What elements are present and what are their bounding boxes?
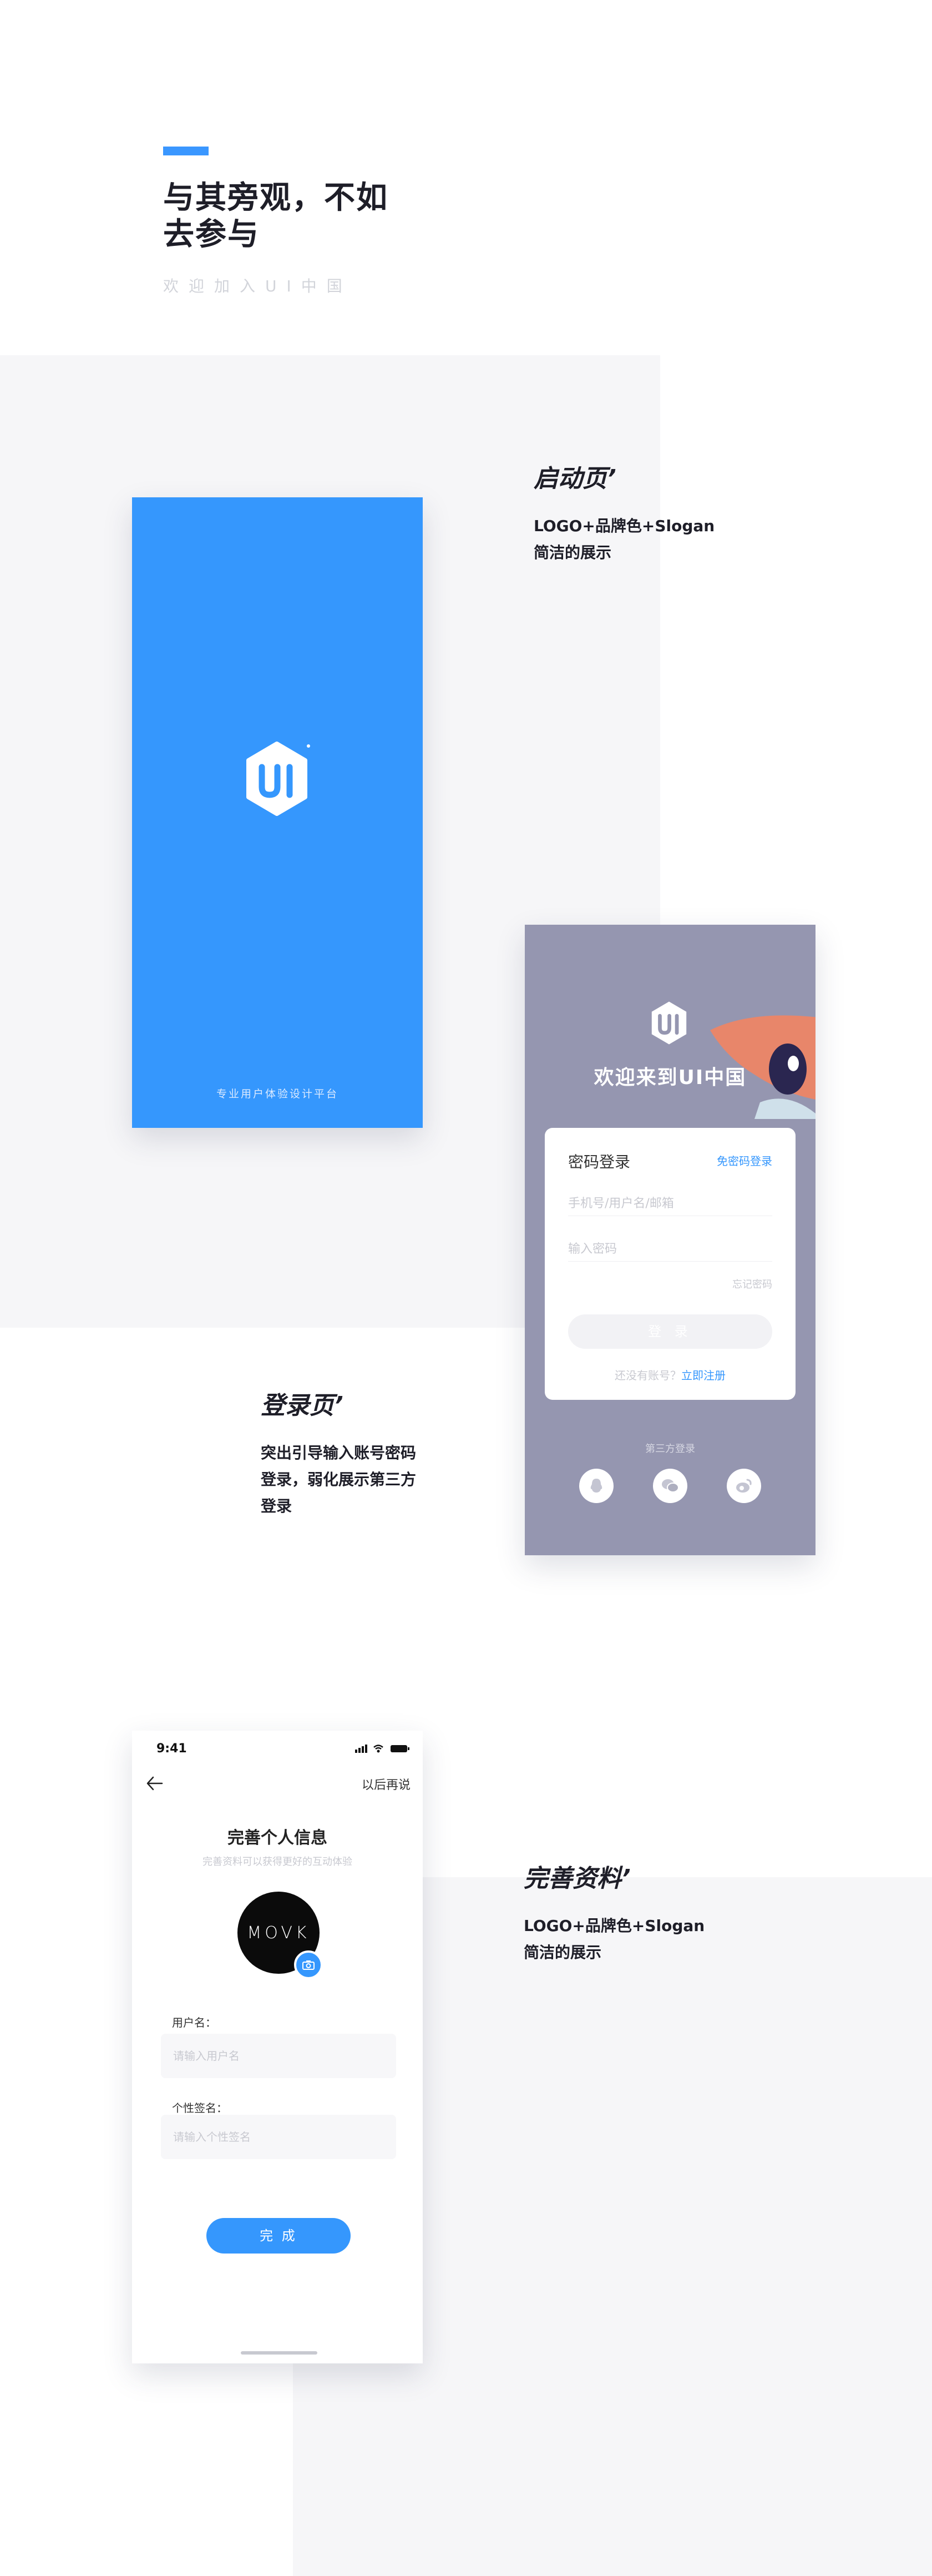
signature-label: 个性签名： <box>172 2101 227 2115</box>
register-prompt-text: 还没有账号？ <box>615 1369 681 1382</box>
page-title-line-1: 与其旁观，不如 <box>163 180 388 216</box>
qq-icon <box>590 1479 602 1493</box>
login-desc-line-1: 突出引导输入账号密码 <box>261 1444 417 1462</box>
page-title: 与其旁观，不如 去参与 <box>163 180 388 253</box>
ui-logo-icon <box>246 742 310 816</box>
login-welcome-title: 欢迎来到UI中国 <box>594 1066 747 1089</box>
status-bar-icons <box>355 1745 409 1753</box>
profile-section-title: 完善资料’ <box>524 1864 631 1893</box>
splash-slogan: 专业用户体验设计平台 <box>216 1088 338 1100</box>
status-time: 9:41 <box>156 1742 187 1756</box>
back-arrow-icon[interactable] <box>145 1775 164 1792</box>
splash-section-title: 启动页’ <box>534 465 616 493</box>
profile-subtitle: 完善资料可以获得更好的互动体验 <box>202 1856 352 1868</box>
register-link[interactable]: 立即注册 <box>681 1369 726 1382</box>
login-desc-line-2: 登录，弱化展示第三方 <box>261 1470 417 1489</box>
alt-login-link[interactable]: 免密码登录 <box>717 1152 772 1168</box>
wechat-icon <box>662 1479 679 1493</box>
profile-desc-line-2: 简洁的展示 <box>524 1943 602 1962</box>
camera-button[interactable] <box>294 1950 323 1979</box>
accent-bar <box>163 147 209 155</box>
forgot-password-link[interactable]: 忘记密码 <box>732 1277 772 1291</box>
profile-desc-line-1: LOGO+品牌色+Slogan <box>524 1917 705 1935</box>
splash-desc-line-2: 简洁的展示 <box>534 543 612 562</box>
profile-section-desc: LOGO+品牌色+Slogan 简洁的展示 <box>524 1913 705 1966</box>
profile-title: 完善个人信息 <box>227 1828 327 1848</box>
third-party-label: 第三方登录 <box>645 1443 695 1455</box>
login-section-title: 登录页’ <box>261 1392 343 1420</box>
register-prompt: 还没有账号？立即注册 <box>545 1367 796 1383</box>
qq-login-button[interactable] <box>579 1469 614 1503</box>
login-screen: 欢迎来到UI中国 密码登录 免密码登录 手机号/用户名/邮箱 输入密码 忘记密码… <box>525 925 816 1555</box>
login-button[interactable]: 登 录 <box>568 1314 772 1349</box>
login-desc-line-3: 登录 <box>261 1497 292 1515</box>
card-title: 密码登录 <box>568 1153 631 1171</box>
splash-section-desc: LOGO+品牌色+Slogan 简洁的展示 <box>534 513 715 566</box>
avatar-text: MOVK <box>247 1923 310 1943</box>
password-input[interactable]: 输入密码 <box>568 1239 772 1262</box>
account-input[interactable]: 手机号/用户名/邮箱 <box>568 1193 772 1216</box>
signature-input[interactable]: 请输入个性签名 <box>161 2115 396 2159</box>
weibo-icon <box>736 1479 752 1493</box>
username-label: 用户名： <box>172 2016 216 2029</box>
page-title-line-2: 去参与 <box>163 216 260 253</box>
username-input[interactable]: 请输入用户名 <box>161 2034 396 2078</box>
page-subtitle: 欢迎加入UI中国 <box>163 277 352 295</box>
home-indicator <box>241 2351 317 2355</box>
splash-screen: 专业用户体验设计平台 <box>132 497 423 1128</box>
login-card: 密码登录 免密码登录 手机号/用户名/邮箱 输入密码 忘记密码 登 录 还没有账… <box>545 1128 796 1400</box>
login-section-desc: 突出引导输入账号密码 登录，弱化展示第三方 登录 <box>261 1440 416 1520</box>
profile-screen: 9:41 以后再说 完善个人信息 完善资料可以获得更好的互动体验 MOVK 用户… <box>132 1731 423 2363</box>
wechat-login-button[interactable] <box>653 1469 687 1503</box>
ui-logo-icon <box>651 1001 687 1045</box>
camera-icon <box>302 1960 315 1970</box>
weibo-login-button[interactable] <box>727 1469 761 1503</box>
skip-button[interactable]: 以后再说 <box>362 1775 411 1793</box>
splash-desc-line-1: LOGO+品牌色+Slogan <box>534 517 715 535</box>
done-button[interactable]: 完 成 <box>206 2218 351 2254</box>
